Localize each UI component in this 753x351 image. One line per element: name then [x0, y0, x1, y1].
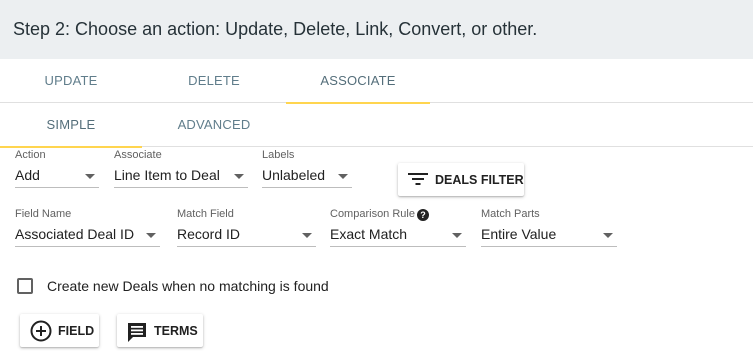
- terms-button-label: TERMS: [154, 324, 198, 338]
- chevron-down-icon: [338, 174, 348, 179]
- labels-label: Labels: [262, 149, 295, 161]
- associate-value: Line Item to Deal: [114, 167, 220, 183]
- add-circle-icon: [30, 320, 52, 342]
- match-field-field: Match Field Record ID: [177, 208, 316, 250]
- comment-icon: [128, 323, 146, 342]
- tab-delete[interactable]: DELETE: [142, 59, 286, 103]
- tab-advanced[interactable]: ADVANCED: [142, 103, 286, 147]
- comparison-rule-label: Comparison Rule?: [330, 208, 429, 221]
- match-field-label: Match Field: [177, 208, 234, 220]
- match-field-value: Record ID: [177, 226, 241, 242]
- comparison-rule-select[interactable]: Exact Match: [330, 223, 466, 247]
- associate-label: Associate: [114, 149, 162, 161]
- mode-tabs: SIMPLE ADVANCED: [0, 103, 753, 148]
- associate-select[interactable]: Line Item to Deal: [114, 164, 248, 188]
- create-new-deals-label[interactable]: Create new Deals when no matching is fou…: [47, 278, 329, 294]
- field-name-value: Associated Deal ID: [15, 226, 135, 242]
- field-name-select[interactable]: Associated Deal ID: [15, 223, 160, 247]
- tab-update[interactable]: UPDATE: [0, 59, 142, 103]
- add-field-button[interactable]: FIELD: [20, 314, 99, 347]
- tab-associate[interactable]: ASSOCIATE: [286, 59, 430, 104]
- tab-simple[interactable]: SIMPLE: [0, 103, 142, 148]
- help-icon[interactable]: ?: [416, 209, 429, 221]
- chevron-down-icon: [234, 174, 244, 179]
- comparison-rule-field: Comparison Rule? Exact Match: [330, 208, 466, 250]
- action-label: Action: [15, 149, 46, 161]
- field-button-label: FIELD: [58, 324, 95, 338]
- action-tabs: UPDATE DELETE ASSOCIATE: [0, 59, 753, 104]
- action-select[interactable]: Add: [15, 164, 99, 188]
- chevron-down-icon: [603, 233, 613, 238]
- step-header: Step 2: Choose an action: Update, Delete…: [0, 0, 753, 59]
- comparison-rule-label-text: Comparison Rule: [330, 208, 415, 220]
- field-name-field: Field Name Associated Deal ID: [15, 208, 160, 250]
- match-field-select[interactable]: Record ID: [177, 223, 316, 247]
- associate-field: Associate Line Item to Deal: [114, 149, 248, 191]
- match-parts-label: Match Parts: [481, 208, 540, 220]
- terms-button[interactable]: TERMS: [117, 314, 203, 347]
- labels-field: Labels Unlabeled: [262, 149, 352, 191]
- action-value: Add: [15, 167, 40, 183]
- chevron-down-icon: [452, 233, 462, 238]
- chevron-down-icon: [85, 174, 95, 179]
- labels-select[interactable]: Unlabeled: [262, 164, 352, 188]
- deals-filter-label: DEALS FILTER: [435, 173, 524, 187]
- create-new-deals-checkbox[interactable]: [17, 278, 33, 294]
- match-parts-select[interactable]: Entire Value: [481, 223, 617, 247]
- field-name-label: Field Name: [15, 208, 72, 220]
- match-parts-value: Entire Value: [481, 226, 557, 242]
- chevron-down-icon: [302, 233, 312, 238]
- labels-value: Unlabeled: [262, 167, 326, 183]
- chevron-down-icon: [146, 233, 156, 238]
- comparison-rule-value: Exact Match: [330, 226, 408, 242]
- match-parts-field: Match Parts Entire Value: [481, 208, 617, 250]
- step-title: Step 2: Choose an action: Update, Delete…: [13, 19, 538, 39]
- deals-filter-button[interactable]: DEALS FILTER: [398, 163, 524, 196]
- filter-icon: [408, 173, 428, 185]
- action-field: Action Add: [15, 149, 99, 191]
